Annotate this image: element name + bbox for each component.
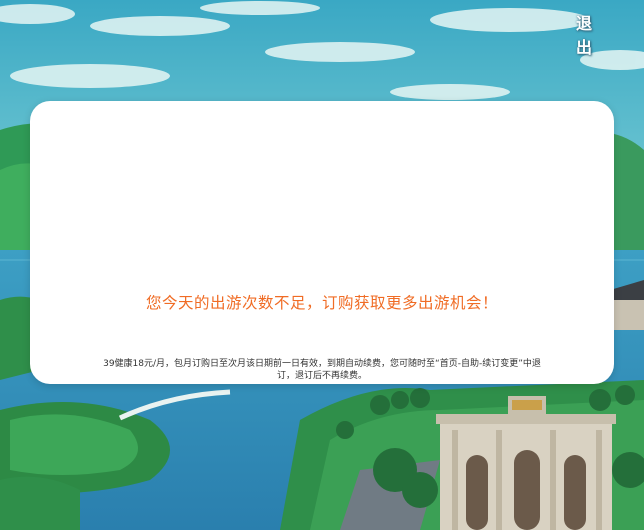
subscription-dialog: 您今天的出游次数不足，订购获取更多出游机会！ 39健康18元/月，包月订购日至次… bbox=[30, 101, 614, 384]
memorial-gate bbox=[436, 396, 616, 530]
subscription-terms: 39健康18元/月，包月订购日至次月该日期前一日有效，到期自动续费，您可随时至“… bbox=[103, 359, 541, 381]
insufficient-trips-message[interactable]: 您今天的出游次数不足，订购获取更多出游机会！ bbox=[30, 291, 614, 313]
exit-button[interactable]: 退出 bbox=[562, 14, 618, 57]
